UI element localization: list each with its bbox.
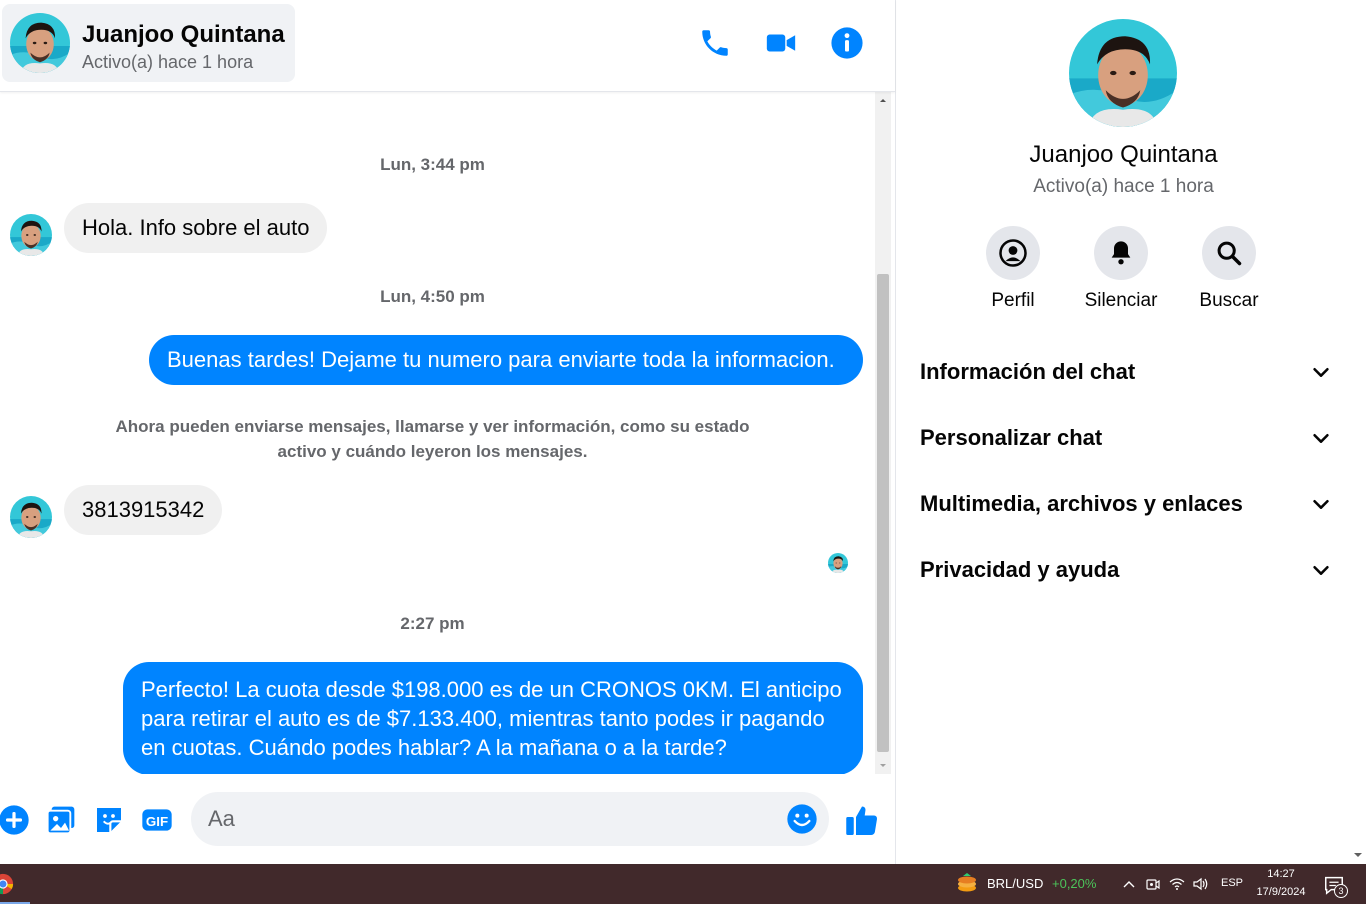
chevron-down-icon [1313, 499, 1329, 509]
contact-avatar[interactable] [10, 13, 70, 73]
profile-button[interactable]: Perfil [968, 226, 1058, 312]
incoming-message[interactable]: 3813915342 [64, 485, 223, 535]
message-input[interactable] [191, 792, 829, 846]
svg-text:GIF: GIF [146, 814, 168, 829]
chevron-up-icon[interactable] [1121, 876, 1137, 892]
contact-name: Juanjoo Quintana [82, 21, 285, 48]
thumbs-up-icon[interactable] [844, 802, 880, 838]
section-label: Multimedia, archivos y enlaces [920, 491, 1243, 516]
scroll-down-arrow-icon[interactable] [875, 758, 891, 774]
chat-header: Juanjoo Quintana Activo(a) hace 1 hora [0, 0, 895, 92]
incoming-message[interactable]: Hola. Info sobre el auto [64, 203, 328, 253]
chevron-down-icon [1313, 433, 1329, 443]
message-scrollbar[interactable] [875, 92, 891, 774]
scroll-up-arrow-icon[interactable] [875, 92, 891, 108]
profile-button-label: Perfil [991, 290, 1035, 311]
page-scrollbar[interactable] [1350, 0, 1366, 864]
currency-widget-icon[interactable] [955, 872, 979, 896]
sticker-icon[interactable] [93, 804, 125, 836]
message-timestamp: Lun, 4:50 pm [380, 287, 485, 306]
notification-count-badge: 3 [1334, 884, 1348, 898]
currency-change-value: +0,20% [1052, 876, 1097, 891]
info-icon[interactable] [830, 26, 864, 60]
section-customize-chat[interactable]: Personalizar chat [920, 413, 1332, 463]
conversation-info-panel: Juanjoo Quintana Activo(a) hace 1 hora P… [895, 0, 1350, 864]
chevron-down-icon [1313, 565, 1329, 575]
message-timestamp: Lun, 3:44 pm [380, 155, 485, 174]
chat-window: Juanjoo Quintana Activo(a) hace 1 hora L… [0, 0, 895, 864]
windows-taskbar: BRL/USD +0,20% ESP 14:27 17/9/2024 3 [0, 864, 1366, 904]
mute-button-label: Silenciar [1084, 290, 1158, 311]
section-privacy-help[interactable]: Privacidad y ayuda [920, 545, 1332, 595]
search-icon [1217, 241, 1242, 266]
chrome-browser-icon[interactable] [0, 873, 14, 895]
emoji-icon[interactable] [786, 803, 818, 835]
panel-contact-name: Juanjoo Quintana [1029, 141, 1218, 168]
profile-icon [999, 239, 1027, 267]
gif-icon[interactable]: GIF [141, 804, 173, 836]
video-camera-icon[interactable] [764, 26, 798, 60]
panel-contact-avatar[interactable] [1069, 19, 1177, 127]
image-icon[interactable] [45, 804, 77, 836]
scrollbar-thumb[interactable] [877, 274, 889, 752]
clock-date[interactable]: 17/9/2024 [1250, 886, 1312, 898]
message-thread[interactable]: Lun, 3:44 pm Hola. Info sobre el auto Lu… [0, 92, 875, 774]
wifi-icon[interactable] [1169, 876, 1185, 892]
section-media-files-links[interactable]: Multimedia, archivos y enlaces [920, 479, 1332, 529]
header-contact-card[interactable]: Juanjoo Quintana Activo(a) hace 1 hora [2, 4, 295, 82]
sender-avatar[interactable] [10, 496, 52, 538]
currency-pair-label[interactable]: BRL/USD [987, 876, 1043, 891]
section-label: Privacidad y ayuda [920, 557, 1120, 582]
outgoing-message[interactable]: Perfecto! La cuota desde $198.000 es de … [123, 662, 863, 774]
volume-icon[interactable] [1192, 876, 1208, 892]
message-composer: GIF [0, 782, 895, 864]
chevron-down-icon [1313, 367, 1329, 377]
clock-time[interactable]: 14:27 [1250, 868, 1312, 880]
section-label: Personalizar chat [920, 425, 1103, 450]
contact-status: Activo(a) hace 1 hora [82, 52, 254, 72]
panel-contact-status: Activo(a) hace 1 hora [1033, 176, 1214, 197]
phone-icon[interactable] [698, 26, 732, 60]
message-timestamp: 2:27 pm [400, 614, 465, 633]
plus-icon[interactable] [0, 804, 30, 836]
scroll-down-arrow-icon[interactable] [1352, 850, 1364, 860]
sender-avatar[interactable] [10, 214, 52, 256]
seen-indicator-avatar [828, 553, 848, 573]
outgoing-message[interactable]: Buenas tardes! Dejame tu numero para env… [149, 335, 863, 385]
system-notice: Ahora pueden enviarse mensajes, llamarse… [115, 417, 750, 461]
section-label: Información del chat [920, 359, 1136, 384]
section-chat-info[interactable]: Información del chat [920, 347, 1332, 397]
search-button[interactable]: Buscar [1184, 226, 1274, 312]
input-language[interactable]: ESP [1221, 877, 1243, 889]
meeting-icon[interactable] [1145, 876, 1161, 892]
mute-button[interactable]: Silenciar [1076, 226, 1166, 312]
search-button-label: Buscar [1199, 290, 1259, 311]
bell-icon [1111, 241, 1131, 265]
